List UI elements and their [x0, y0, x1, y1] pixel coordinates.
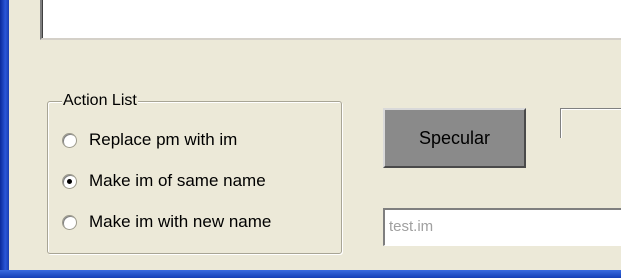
new-name-input[interactable]: test.im: [383, 208, 621, 246]
radio-make-im-new-name[interactable]: Make im with new name: [62, 210, 271, 234]
status-box: [560, 108, 621, 138]
top-text-area[interactable]: [40, 0, 621, 40]
window-bottom-border: [0, 270, 621, 278]
radio-label: Make im of same name: [89, 171, 266, 190]
radio-button-icon[interactable]: [62, 132, 77, 148]
radio-label: Make im with new name: [89, 212, 272, 231]
radio-make-im-same-name[interactable]: Make im of same name: [62, 169, 266, 193]
action-list-legend: Action List: [62, 92, 138, 110]
window-left-border: [0, 0, 9, 278]
radio-button-icon[interactable]: [62, 214, 77, 230]
specular-button[interactable]: Specular: [383, 108, 526, 168]
radio-label: Replace pm with im: [89, 130, 238, 149]
radio-replace-pm-with-im[interactable]: Replace pm with im: [62, 128, 237, 152]
radio-button-icon[interactable]: [62, 173, 77, 189]
